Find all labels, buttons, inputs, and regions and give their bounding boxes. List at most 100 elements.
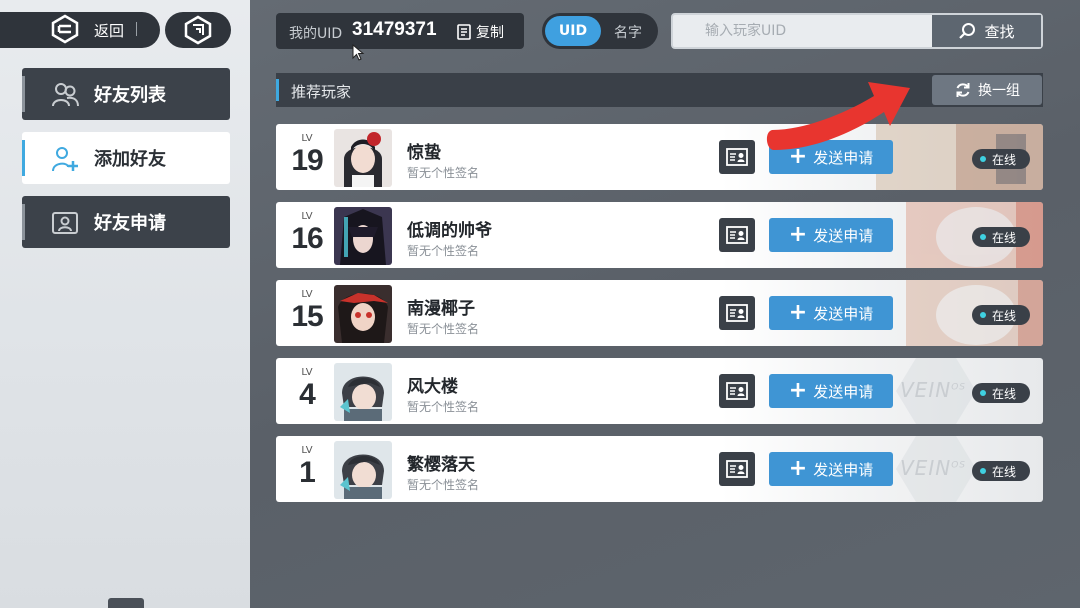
mouse-cursor-icon	[352, 44, 365, 61]
send-request-label: 发送申请	[813, 382, 874, 401]
send-request-label: 发送申请	[813, 226, 874, 245]
online-dot-icon	[980, 468, 986, 474]
level-label: LV	[301, 367, 313, 378]
id-card-icon	[726, 226, 748, 244]
plus-icon: +	[788, 222, 808, 247]
nav-add-friend[interactable]: 添加好友	[22, 132, 230, 184]
status-label: 在线	[992, 152, 1017, 167]
toggle-name[interactable]: 名字	[614, 22, 642, 42]
refresh-button[interactable]: 换一组	[932, 75, 1042, 105]
status-label: 在线	[992, 464, 1017, 479]
nav-friend-requests[interactable]: 好友申请	[22, 196, 230, 248]
profile-card-button[interactable]	[719, 374, 755, 408]
toggle-uid[interactable]: UID	[545, 16, 601, 46]
status-badge: 在线	[972, 383, 1030, 403]
profile-card-button[interactable]	[719, 452, 755, 486]
level-value: 19	[291, 144, 323, 177]
recommend-header: 推荐玩家	[276, 73, 1043, 107]
my-uid-box: 我的UID 31479371 复制	[276, 13, 524, 49]
add-friend-icon	[52, 147, 78, 172]
section-title: 推荐玩家	[291, 83, 352, 101]
avatar[interactable]	[334, 441, 392, 499]
player-name: 风大楼	[407, 377, 458, 397]
online-dot-icon	[980, 234, 986, 240]
back-label: 返回	[94, 22, 125, 40]
avatar[interactable]	[334, 285, 392, 343]
uid-value: 31479371	[352, 19, 437, 40]
search-button-label: 查找	[984, 22, 1015, 41]
player-signature: 暂无个性签名	[407, 478, 480, 492]
send-request-button[interactable]: + 发送申请	[769, 296, 893, 330]
nav-indicator	[22, 140, 25, 176]
avatar[interactable]	[334, 207, 392, 265]
level-label: LV	[301, 289, 313, 300]
level-label: LV	[301, 445, 313, 456]
nav-indicator	[22, 76, 25, 112]
profile-card-button[interactable]	[719, 140, 755, 174]
level-value: 16	[291, 222, 323, 255]
player-row: LV 15 南漫椰子 暂无个性签名 + 发送申请 在线	[276, 280, 1043, 346]
veinos-logo-icon: VEINOS	[900, 456, 966, 480]
plus-icon: +	[788, 300, 808, 325]
send-request-button[interactable]: + 发送申请	[769, 452, 893, 486]
plus-icon: +	[788, 378, 808, 403]
status-label: 在线	[992, 308, 1017, 323]
bottom-handle[interactable]	[108, 598, 144, 608]
id-card-icon	[726, 304, 748, 322]
level-value: 4	[299, 378, 316, 411]
home-button[interactable]	[165, 12, 231, 48]
nav-label: 好友申请	[94, 213, 166, 234]
id-card-icon	[52, 212, 78, 234]
status-badge: 在线	[972, 149, 1030, 169]
left-panel: 返回 好友列表 添加好友 好友申请	[0, 0, 250, 608]
id-card-icon	[726, 148, 748, 166]
status-badge: 在线	[972, 461, 1030, 481]
nav-label: 好友列表	[94, 85, 166, 106]
profile-card-button[interactable]	[719, 218, 755, 252]
level-label: LV	[301, 133, 313, 144]
profile-card-button[interactable]	[719, 296, 755, 330]
copy-label: 复制	[476, 25, 504, 41]
send-request-label: 发送申请	[813, 304, 874, 323]
search-mode-toggle[interactable]: UID 名字	[542, 13, 658, 49]
plus-icon: +	[788, 456, 808, 481]
player-row: VEINOS LV 1 繁樱落天 暂无个性签名 + 发送申请 在线	[276, 436, 1043, 502]
player-signature: 暂无个性签名	[407, 244, 480, 258]
player-name: 低调的帅爷	[407, 221, 492, 241]
refresh-icon	[956, 83, 970, 97]
level-value: 15	[291, 300, 323, 333]
online-dot-icon	[980, 390, 986, 396]
avatar[interactable]	[334, 129, 392, 187]
send-request-label: 发送申请	[813, 460, 874, 479]
hexagon-logo-icon	[184, 15, 212, 45]
search-button[interactable]: 查找	[932, 15, 1041, 47]
uid-prefix: 我的UID	[289, 26, 343, 42]
search-icon	[959, 23, 976, 39]
section-indicator	[276, 79, 279, 101]
online-dot-icon	[980, 312, 986, 318]
copy-button[interactable]: 复制	[456, 22, 504, 42]
id-card-icon	[726, 460, 748, 478]
send-request-button[interactable]: + 发送申请	[769, 218, 893, 252]
status-badge: 在线	[972, 305, 1030, 325]
player-name: 南漫椰子	[407, 299, 475, 319]
status-label: 在线	[992, 386, 1017, 401]
refresh-label: 换一组	[978, 83, 1020, 99]
player-signature: 暂无个性签名	[407, 166, 480, 180]
uid-search-input[interactable]	[677, 17, 929, 45]
divider	[136, 22, 137, 36]
player-signature: 暂无个性签名	[407, 322, 480, 336]
red-arrow-icon	[766, 82, 910, 150]
copy-icon	[457, 24, 471, 40]
status-badge: 在线	[972, 227, 1030, 247]
player-row: VEINOS LV 4 风大楼 暂无个性签名 + 发送申请 在线	[276, 358, 1043, 424]
id-card-icon	[726, 382, 748, 400]
send-request-button[interactable]: + 发送申请	[769, 374, 893, 408]
app-logo-icon	[51, 14, 79, 44]
avatar[interactable]	[334, 363, 392, 421]
nav-label: 添加好友	[94, 149, 166, 170]
player-row: LV 16 低调的帅爷 暂无个性签名 + 发送申请 在线	[276, 202, 1043, 268]
online-dot-icon	[980, 156, 986, 162]
level-value: 1	[299, 456, 316, 489]
nav-friend-list[interactable]: 好友列表	[22, 68, 230, 120]
